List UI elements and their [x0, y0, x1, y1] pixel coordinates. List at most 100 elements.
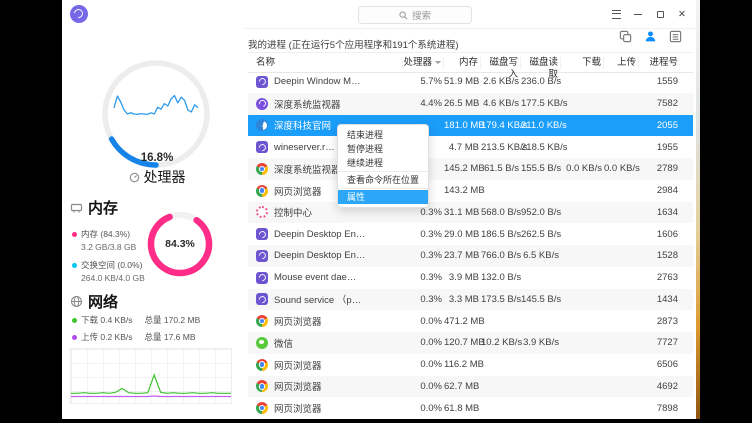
deepin-app-icon — [256, 228, 268, 240]
chrome-icon — [256, 315, 268, 327]
memory-cell: 120.7 MB — [444, 337, 481, 348]
table-row[interactable]: Mouse event dae…0.3%3.9 MB132.0 B/s2763 — [248, 267, 693, 289]
pid-cell: 7727 — [639, 337, 693, 348]
table-row[interactable]: 深度科技官网181.0 MB179.4 KB/s211.0 KB/s2055 — [248, 115, 693, 137]
disk-write-cell: 568.0 B/s — [481, 207, 521, 218]
header-memory[interactable]: 内存 — [444, 57, 481, 69]
table-row[interactable]: Sound service （p…0.3%3.3 MB173.5 B/s145.… — [248, 289, 693, 311]
my-processes-icon[interactable] — [643, 29, 657, 43]
process-name: 网页浏览器 — [274, 379, 322, 393]
process-name-cell: Sound service （p… — [248, 292, 403, 306]
chrome-icon — [256, 402, 268, 414]
header-disk-read[interactable]: 磁盘读取 — [521, 57, 561, 69]
header-pid[interactable]: 进程号 — [639, 57, 693, 69]
memory-usage-percent: 84.3% — [144, 208, 216, 280]
header-disk-write[interactable]: 磁盘写入 — [481, 57, 521, 69]
legend-dot — [72, 318, 77, 323]
process-name: 网页浏览器 — [274, 358, 322, 372]
table-row[interactable]: Deepin Desktop En…0.3%23.7 MB766.0 B/s6.… — [248, 245, 693, 267]
process-name: Deepin Desktop En… — [274, 229, 365, 240]
pid-cell: 2984 — [639, 185, 693, 196]
monitor-icon — [256, 98, 268, 110]
table-row[interactable]: 控制中心0.3%31.1 MB568.0 B/s952.0 B/s1634 — [248, 202, 693, 224]
pid-cell: 1434 — [639, 294, 693, 305]
header-download[interactable]: 下载 — [561, 57, 604, 69]
disk-read-cell: 218.5 KB/s — [521, 142, 561, 153]
process-name: Deepin Desktop En… — [274, 250, 365, 261]
table-row[interactable]: 深度系统监视器4.4%26.5 MB4.6 KB/s177.5 KB/s7582 — [248, 93, 693, 115]
memory-cell: 29.0 MB — [444, 229, 481, 240]
disk-read-cell: 6.5 KB/s — [521, 250, 561, 261]
table-row[interactable]: Deepin Window M…5.7%51.9 MB2.6 KB/s236.0… — [248, 71, 693, 93]
cpu-cell: 0.3% — [403, 207, 444, 218]
window-controls: ✕ — [610, 0, 688, 28]
cpu-cell: 0.0% — [403, 337, 444, 348]
close-icon[interactable]: ✕ — [676, 8, 688, 20]
table-row[interactable]: 微信0.0%120.7 MB10.2 KB/s3.9 KB/s7727 — [248, 332, 693, 354]
table-row[interactable]: 网页浏览器143.2 MB2984 — [248, 180, 693, 202]
table-row[interactable]: 深度系统监视器145.2 MB61.5 B/s155.5 B/s0.0 KB/s… — [248, 158, 693, 180]
cpu-cell: 0.0% — [403, 359, 444, 370]
memory-cell: 471.2 MB — [444, 316, 481, 327]
all-processes-icon[interactable] — [668, 29, 682, 43]
context-menu-item[interactable]: 继续进程 — [338, 156, 428, 170]
search-input[interactable]: 搜索 — [358, 6, 472, 24]
table-row[interactable]: 网页浏览器0.0%62.7 MB4692 — [248, 376, 693, 398]
context-menu-item[interactable]: 查看命令所在位置 — [338, 173, 428, 187]
process-name-cell: 网页浏览器 — [248, 401, 403, 415]
process-summary: 我的进程 (正在运行5个应用程序和191个系统进程) — [248, 37, 459, 51]
process-name: 网页浏览器 — [274, 184, 322, 198]
disk-write-cell: 4.6 KB/s — [481, 98, 521, 109]
application-view-icon[interactable] — [618, 29, 632, 43]
deepin-app-icon — [256, 272, 268, 284]
cpu-cell: 0.3% — [403, 250, 444, 261]
table-row[interactable]: wineserver.r…4.7 MB213.5 KB/s218.5 KB/s1… — [248, 136, 693, 158]
table-row[interactable]: 网页浏览器0.0%116.2 MB6506 — [248, 354, 693, 376]
chrome-icon — [256, 163, 268, 175]
process-name: 深度科技官网 — [274, 118, 331, 132]
header-name[interactable]: 名称 — [248, 57, 403, 69]
pid-cell: 4692 — [639, 381, 693, 392]
chrome-icon — [256, 380, 268, 392]
wechat-icon — [256, 337, 268, 349]
pid-cell: 2873 — [639, 316, 693, 327]
process-name: 网页浏览器 — [274, 401, 322, 415]
pid-cell: 6506 — [639, 359, 693, 370]
context-menu-item[interactable]: 属性 — [338, 190, 428, 204]
cpu-gauge-icon — [129, 172, 140, 183]
context-menu-item[interactable]: 结束进程 — [338, 128, 428, 142]
pid-cell: 1528 — [639, 250, 693, 261]
cpu-cell: 0.0% — [403, 403, 444, 414]
titlebar: 搜索 ✕ — [62, 0, 696, 29]
minimize-icon[interactable] — [632, 8, 644, 20]
disk-write-cell: 179.4 KB/s — [481, 120, 521, 131]
stats-sidebar: 16.8% 处理器 内存 内存 (84.3%)3.2 GB/3.8 GB交换空间… — [62, 28, 244, 419]
context-menu-item[interactable]: 暂停进程 — [338, 142, 428, 156]
process-table: Deepin Window M…5.7%51.9 MB2.6 KB/s236.0… — [248, 71, 693, 419]
memory-cell: 62.7 MB — [444, 381, 481, 392]
network-history-chart — [70, 348, 232, 404]
header-upload[interactable]: 上传 — [604, 57, 639, 69]
titlebar-menu-icon[interactable] — [610, 8, 622, 20]
table-row[interactable]: 网页浏览器0.0%471.2 MB2873 — [248, 310, 693, 332]
deepin-logo-icon — [256, 119, 268, 131]
cpu-section-label: 处理器 — [62, 167, 252, 187]
table-row[interactable]: 网页浏览器0.0%61.8 MB7898 — [248, 397, 693, 419]
process-name: 网页浏览器 — [274, 314, 322, 328]
deepin-app-icon — [256, 141, 268, 153]
memory-cell: 31.1 MB — [444, 207, 481, 218]
maximize-icon[interactable] — [654, 8, 666, 20]
view-switcher — [618, 29, 682, 43]
disk-read-cell: 3.9 KB/s — [521, 337, 561, 348]
chrome-icon — [256, 185, 268, 197]
header-cpu[interactable]: 处理器 — [403, 57, 444, 69]
system-monitor-window: 搜索 ✕ 16.8% 处理器 — [62, 0, 696, 419]
disk-read-cell: 155.5 B/s — [521, 163, 561, 174]
memory-chip-icon — [70, 201, 83, 214]
table-row[interactable]: Deepin Desktop En…0.3%29.0 MB186.5 B/s26… — [248, 223, 693, 245]
disk-read-cell: 211.0 KB/s — [521, 120, 561, 131]
deepin-app-icon — [256, 293, 268, 305]
network-section-title: 网络 — [70, 291, 118, 312]
search-icon — [399, 11, 408, 20]
deepin-app-icon — [256, 250, 268, 262]
